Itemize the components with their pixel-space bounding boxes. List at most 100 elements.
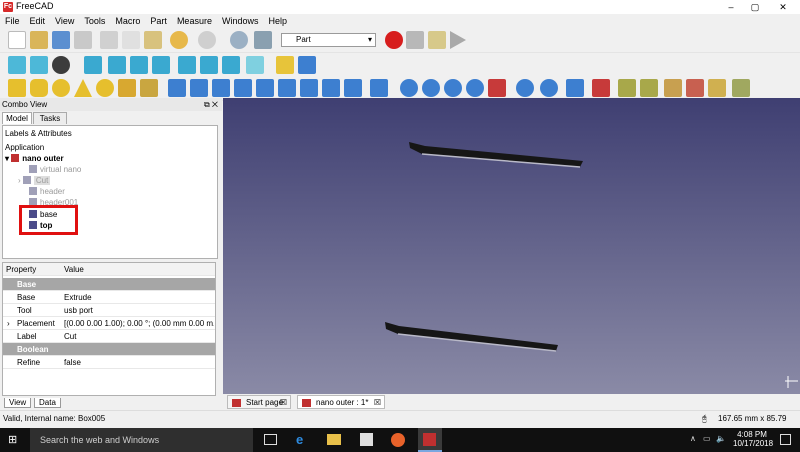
edge-icon[interactable]: e: [296, 432, 303, 447]
minimize-button[interactable]: –: [720, 0, 742, 14]
measure-refresh-icon[interactable]: [664, 79, 682, 97]
undo-icon[interactable]: [170, 31, 188, 49]
fit-all-icon[interactable]: [8, 56, 26, 74]
menu-measure[interactable]: Measure: [172, 14, 217, 28]
store-icon[interactable]: [360, 433, 373, 446]
ruled-surface-icon[interactable]: [300, 79, 318, 97]
scene-canvas[interactable]: [223, 98, 800, 394]
fillet-icon[interactable]: [234, 79, 252, 97]
defeaturing-icon[interactable]: [592, 79, 610, 97]
fit-selection-icon[interactable]: [30, 56, 48, 74]
volume-icon[interactable]: 🔈: [716, 434, 726, 443]
workbench-selector[interactable]: Part ▾: [281, 33, 376, 47]
measure-distance-icon[interactable]: [246, 56, 264, 74]
tree-item-header[interactable]: header: [29, 187, 65, 197]
chamfer-icon[interactable]: [256, 79, 274, 97]
join-icon[interactable]: [488, 79, 506, 97]
offset-icon[interactable]: [370, 79, 388, 97]
tree-item-document[interactable]: ▾ nano outer: [5, 154, 64, 164]
group-icon[interactable]: [298, 56, 316, 74]
close-tab-icon[interactable]: ☒: [280, 396, 287, 410]
tab-view[interactable]: View: [4, 398, 32, 408]
menu-tools[interactable]: Tools: [79, 14, 110, 28]
network-icon[interactable]: ▭: [703, 434, 711, 443]
check-geometry-icon[interactable]: [566, 79, 584, 97]
tray-chevron-icon[interactable]: ∧: [690, 434, 696, 443]
mirror-icon[interactable]: [212, 79, 230, 97]
copy-icon[interactable]: [122, 31, 140, 49]
primitives-icon[interactable]: [140, 79, 158, 97]
menu-macro[interactable]: Macro: [110, 14, 145, 28]
torus-icon[interactable]: [96, 79, 114, 97]
tab-model[interactable]: Model: [2, 112, 32, 124]
cut-boolean-icon[interactable]: [422, 79, 440, 97]
box-icon[interactable]: [8, 79, 26, 97]
view-right-icon[interactable]: [152, 56, 170, 74]
view-bottom-icon[interactable]: [200, 56, 218, 74]
run-macro-icon[interactable]: [450, 31, 466, 49]
measure-toggle-icon[interactable]: [708, 79, 726, 97]
menu-view[interactable]: View: [50, 14, 79, 28]
property-group-boolean[interactable]: Boolean: [3, 343, 215, 356]
save-as-icon[interactable]: [74, 31, 92, 49]
close-tab-icon[interactable]: ☒: [374, 396, 381, 410]
fuse-icon[interactable]: [444, 79, 462, 97]
measure-clear-icon[interactable]: [686, 79, 704, 97]
extrude-icon[interactable]: [168, 79, 186, 97]
tab-tasks[interactable]: Tasks: [33, 112, 67, 124]
edit-macro-icon[interactable]: [428, 31, 446, 49]
view-iso-icon[interactable]: [84, 56, 102, 74]
paste-icon[interactable]: [144, 31, 162, 49]
model-base-shape[interactable]: [385, 322, 558, 351]
view-top-icon[interactable]: [130, 56, 148, 74]
measure-3d-icon[interactable]: [732, 79, 750, 97]
close-button[interactable]: ✕: [772, 0, 794, 14]
menu-windows[interactable]: Windows: [217, 14, 264, 28]
firefox-icon[interactable]: [391, 433, 405, 447]
cone-icon[interactable]: [74, 79, 92, 97]
view-rear-icon[interactable]: [178, 56, 196, 74]
revolve-icon[interactable]: [190, 79, 208, 97]
windows-start-icon[interactable]: ⊞: [8, 434, 20, 446]
maximize-button[interactable]: ▢: [744, 0, 766, 14]
measure-linear-icon[interactable]: [618, 79, 636, 97]
cut-icon[interactable]: [100, 31, 118, 49]
clock[interactable]: 4:08 PM 10/17/2018: [733, 430, 773, 448]
tube-icon[interactable]: [118, 79, 136, 97]
loft-icon[interactable]: [322, 79, 340, 97]
property-group-base[interactable]: Base: [3, 278, 215, 291]
file-explorer-icon[interactable]: [327, 434, 341, 445]
menu-file[interactable]: File: [0, 14, 25, 28]
split-icon[interactable]: [516, 79, 534, 97]
part-icon[interactable]: [276, 56, 294, 74]
menu-help[interactable]: Help: [263, 14, 292, 28]
property-row[interactable]: Tool usb port: [3, 304, 215, 317]
menu-part[interactable]: Part: [145, 14, 172, 28]
3d-viewport[interactable]: [223, 98, 800, 394]
compound-icon[interactable]: [540, 79, 558, 97]
sphere-icon[interactable]: [52, 79, 70, 97]
tab-start-page[interactable]: Start page ☒: [227, 395, 291, 409]
stop-macro-icon[interactable]: [406, 31, 424, 49]
mouse-icon[interactable]: 🖰: [702, 411, 707, 427]
record-macro-icon[interactable]: [385, 31, 403, 49]
view-front-icon[interactable]: [108, 56, 126, 74]
tab-nano-outer[interactable]: nano outer : 1* ☒: [297, 395, 385, 409]
view-left-icon[interactable]: [222, 56, 240, 74]
common-icon[interactable]: [466, 79, 484, 97]
tree-item-cut[interactable]: › Cut: [18, 176, 51, 186]
search-box[interactable]: Search the web and Windows: [30, 428, 253, 452]
task-view-icon[interactable]: [264, 434, 277, 445]
refresh-icon[interactable]: [230, 31, 248, 49]
cylinder-icon[interactable]: [30, 79, 48, 97]
open-icon[interactable]: [30, 31, 48, 49]
new-document-icon[interactable]: [8, 31, 26, 49]
menu-edit[interactable]: Edit: [25, 14, 51, 28]
close-panel-icon[interactable]: ⧉ ✕: [204, 98, 218, 111]
property-row[interactable]: Refine false: [3, 356, 215, 369]
whats-this-icon[interactable]: [254, 31, 272, 49]
freecad-taskbar-icon[interactable]: [418, 428, 442, 452]
draw-style-icon[interactable]: [52, 56, 70, 74]
property-row[interactable]: Base Extrude: [3, 291, 215, 304]
notifications-icon[interactable]: [780, 434, 791, 445]
